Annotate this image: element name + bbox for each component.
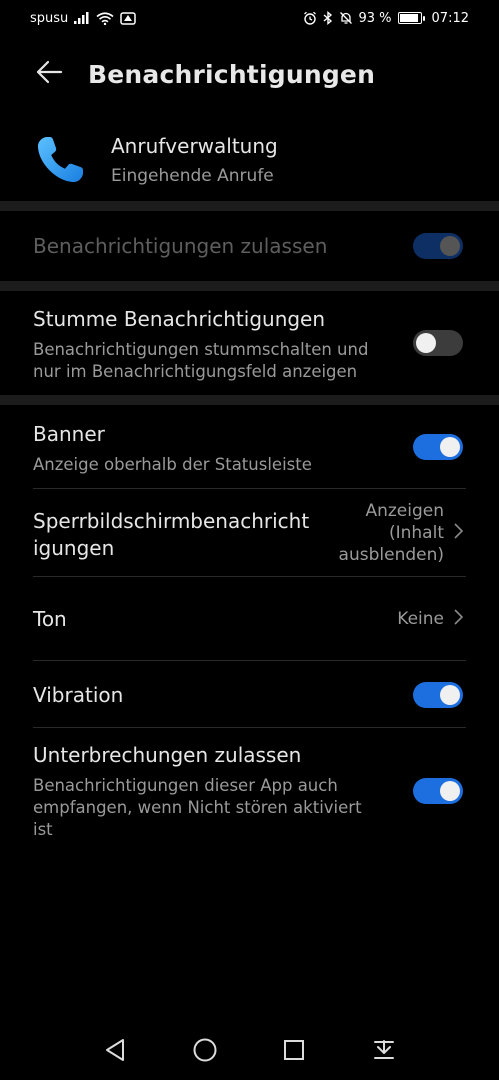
home-circle-icon (192, 1037, 218, 1067)
description-line: empfangen, wenn Nicht stören aktiviert (33, 798, 362, 817)
label-line: igungen (33, 536, 115, 560)
bell-off-icon (339, 11, 353, 25)
clock: 07:12 (431, 10, 469, 26)
chevron-right-icon (454, 523, 464, 543)
row-vibration[interactable]: Vibration (0, 661, 499, 728)
row-tone[interactable]: Ton Keine (0, 577, 499, 661)
section-divider (0, 201, 499, 211)
tone-value[interactable]: Keine (397, 608, 464, 630)
status-bar-left: spusu (30, 10, 137, 26)
carrier-name: spusu (30, 10, 69, 26)
app-info: Anrufverwaltung Eingehende Anrufe (0, 120, 499, 200)
row-banner[interactable]: Banner Anzeige oberhalb der Statusleiste (0, 405, 499, 489)
tone-value-text: Keine (397, 609, 444, 629)
toggle-knob (416, 333, 436, 353)
back-button[interactable] (24, 50, 74, 98)
phone-handset-icon (30, 130, 90, 190)
lockscreen-notifications-label: Sperrbildschirmbenachricht igungen (33, 508, 309, 562)
battery-fill (399, 14, 419, 22)
banner-label: Banner (33, 422, 105, 446)
app-texts: Anrufverwaltung Eingehende Anrufe (111, 134, 278, 186)
toggle-knob (440, 685, 460, 705)
alarm-icon (303, 11, 317, 25)
nav-home-button[interactable] (185, 1032, 225, 1072)
app-notification-icon (120, 11, 137, 25)
arrow-left-icon (35, 60, 63, 88)
toggle-knob (440, 437, 460, 457)
lockscreen-value-text: Anzeigen (Inhalt ausblenden) (339, 500, 444, 566)
silent-notifications-description: Benachrichtigungen stummschalten und nur… (33, 339, 368, 383)
section-divider (0, 395, 499, 405)
row-allow-interruptions[interactable]: Unterbrechungen zulassen Benachrichtigun… (0, 728, 499, 850)
silent-notifications-toggle[interactable] (413, 330, 463, 356)
value-line: ausblenden) (338, 545, 444, 565)
row-silent-notifications[interactable]: Stumme Benachrichtigungen Benachrichtigu… (0, 291, 499, 395)
banner-description: Anzeige oberhalb der Statusleiste (33, 455, 312, 474)
notification-pulldown-icon (373, 1039, 395, 1065)
signal-icon (74, 12, 90, 24)
header: Benachrichtigungen (0, 50, 499, 98)
description-line: Benachrichtigungen dieser App auch (33, 776, 338, 795)
wifi-icon (96, 11, 114, 25)
allow-interruptions-description: Benachrichtigungen dieser App auch empfa… (33, 775, 362, 841)
description-line: ist (33, 820, 53, 839)
allow-interruptions-toggle[interactable] (413, 778, 463, 804)
battery-icon (397, 12, 425, 24)
row-allow-notifications[interactable]: Benachrichtigungen zulassen (0, 211, 499, 281)
label-line: Sperrbildschirmbenachricht (33, 509, 310, 533)
back-triangle-icon (104, 1038, 126, 1066)
status-bar-right: 93 % 07:12 (303, 10, 469, 26)
toggle-knob (440, 781, 460, 801)
battery-percent: 93 % (358, 10, 392, 26)
section-divider (0, 281, 499, 291)
tone-label: Ton (33, 607, 67, 631)
description-line: nur im Benachrichtigungsfeld anzeigen (33, 362, 358, 381)
allow-notifications-label: Benachrichtigungen zulassen (33, 234, 328, 258)
bluetooth-icon (323, 11, 333, 25)
description-line: Benachrichtigungen stummschalten und (33, 340, 369, 359)
banner-toggle[interactable] (413, 434, 463, 460)
nav-notification-button[interactable] (364, 1032, 404, 1072)
navigation-bar (0, 1024, 499, 1080)
nav-recents-button[interactable] (274, 1032, 314, 1072)
nav-back-button[interactable] (95, 1032, 135, 1072)
allow-interruptions-label: Unterbrechungen zulassen (33, 743, 302, 767)
page-title: Benachrichtigungen (88, 59, 376, 89)
recents-square-icon (283, 1039, 305, 1065)
allow-notifications-toggle[interactable] (413, 233, 463, 259)
toggle-knob (440, 236, 460, 256)
row-lockscreen-notifications[interactable]: Sperrbildschirmbenachricht igungen Anzei… (0, 489, 499, 577)
app-subtitle: Eingehende Anrufe (111, 166, 274, 186)
silent-notifications-label: Stumme Benachrichtigungen (33, 307, 326, 331)
vibration-toggle[interactable] (413, 682, 463, 708)
chevron-right-icon (454, 609, 464, 629)
vibration-label: Vibration (33, 683, 124, 707)
lockscreen-value[interactable]: Anzeigen (Inhalt ausblenden) (339, 500, 464, 566)
status-bar: spusu 93 % 07:12 (0, 0, 499, 36)
value-line: (Inhalt (388, 523, 444, 543)
value-line: Anzeigen (365, 501, 444, 521)
app-name: Anrufverwaltung (111, 134, 278, 158)
